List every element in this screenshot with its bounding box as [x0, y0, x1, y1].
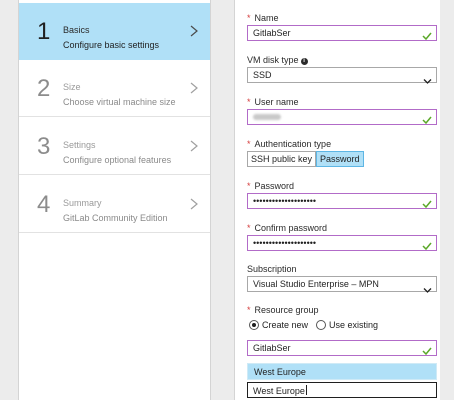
resource-group-value: GitlabSer: [253, 343, 291, 353]
subscription-label: Subscription: [247, 264, 297, 274]
password-label: * Password: [247, 181, 295, 191]
chevron-down-icon: [423, 281, 432, 293]
user-name-label: * User name: [247, 97, 299, 107]
name-value: GitlabSer: [253, 28, 291, 38]
text-caret: [305, 385, 307, 395]
checkmark-icon: [422, 196, 432, 209]
checkmark-icon: [422, 112, 432, 125]
step-title: Size: [63, 82, 81, 92]
location-option-label: West Europe: [254, 367, 306, 377]
confirm-password-input[interactable]: ••••••••••••••••••••: [247, 235, 437, 251]
step-size[interactable]: 2 Size Choose virtual machine size: [19, 60, 210, 117]
step-subtitle: Choose virtual machine size: [63, 97, 176, 107]
disk-type-label: VM disk type i: [247, 55, 308, 65]
auth-ssh-option[interactable]: SSH public key: [247, 151, 317, 167]
step-number: 1: [37, 18, 51, 45]
basics-form-blade: * Name GitlabSer VM disk type i SSD * User …: [234, 0, 440, 400]
required-star: *: [247, 13, 251, 23]
password-value: ••••••••••••••••••••: [253, 196, 317, 206]
step-number: 4: [37, 191, 51, 218]
auth-type-label: * Authentication type: [247, 139, 332, 149]
location-option-highlighted[interactable]: West Europe: [247, 363, 437, 380]
radio-empty-icon: [316, 320, 327, 330]
step-basics[interactable]: 1 Basics Configure basic settings: [19, 3, 210, 60]
checkmark-icon: [422, 238, 432, 251]
step-subtitle: GitLab Community Edition: [63, 213, 168, 223]
resource-group-label: * Resource group: [247, 305, 319, 315]
radio-use-existing[interactable]: Use existing: [316, 320, 378, 330]
required-star: *: [247, 223, 251, 233]
required-star: *: [247, 139, 251, 149]
disk-type-value: SSD: [253, 70, 272, 80]
step-title: Basics: [63, 25, 90, 35]
confirm-password-value: ••••••••••••••••••••: [253, 238, 317, 248]
resource-group-input[interactable]: GitlabSer: [247, 340, 437, 356]
required-star: *: [247, 181, 251, 191]
chevron-right-icon: [189, 197, 199, 211]
step-subtitle: Configure optional features: [63, 155, 172, 165]
disk-type-select[interactable]: SSD: [247, 67, 437, 84]
location-input[interactable]: West Europe: [247, 382, 437, 398]
required-star: *: [247, 97, 251, 107]
resource-group-radios: Create new Use existing: [249, 318, 386, 332]
chevron-down-icon: [423, 72, 432, 84]
radio-create-new[interactable]: Create new: [249, 320, 308, 330]
step-title: Settings: [63, 140, 96, 150]
name-input[interactable]: GitlabSer: [247, 25, 437, 41]
portal-stage: 1 Basics Configure basic settings 2 Size…: [0, 0, 454, 400]
location-value: West Europe: [253, 385, 307, 396]
step-number: 3: [37, 133, 51, 160]
chevron-right-icon: [189, 139, 199, 153]
step-subtitle: Configure basic settings: [63, 40, 160, 50]
user-name-input[interactable]: [247, 109, 437, 125]
name-label: * Name: [247, 13, 279, 23]
info-icon[interactable]: i: [300, 58, 308, 65]
step-summary[interactable]: 4 Summary GitLab Community Edition: [19, 176, 210, 233]
radio-selected-icon: [249, 320, 259, 330]
step-number: 2: [37, 75, 51, 102]
step-title: Summary: [63, 198, 102, 208]
required-star: *: [247, 305, 251, 315]
auth-type-toggle: SSH public key Password: [247, 151, 364, 167]
wizard-steps-blade: 1 Basics Configure basic settings 2 Size…: [18, 0, 211, 400]
step-settings[interactable]: 3 Settings Configure optional features: [19, 118, 210, 175]
checkmark-icon: [422, 28, 432, 41]
confirm-password-label: * Confirm password: [247, 223, 328, 233]
chevron-right-icon: [189, 24, 199, 38]
auth-password-option[interactable]: Password: [316, 151, 364, 167]
password-input[interactable]: ••••••••••••••••••••: [247, 193, 437, 209]
subscription-select[interactable]: Visual Studio Enterprise – MPN: [247, 276, 437, 293]
subscription-value: Visual Studio Enterprise – MPN: [253, 279, 379, 289]
checkmark-icon: [422, 343, 432, 356]
user-name-value-redacted: [253, 112, 281, 122]
chevron-right-icon: [189, 81, 199, 95]
